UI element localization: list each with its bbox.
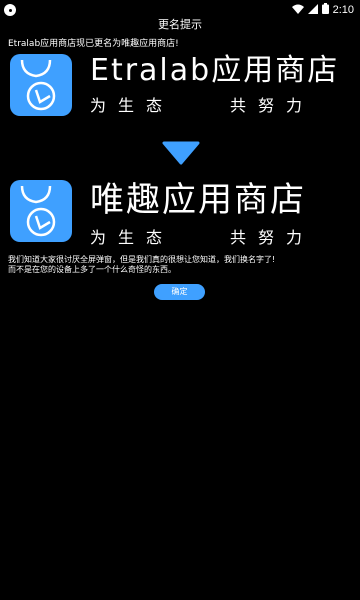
new-slogan-left: 为生态	[90, 228, 175, 247]
dialog-title: 更名提示	[158, 18, 202, 31]
new-brand: 唯趣应用商店 为生态 共努力	[10, 180, 314, 248]
weiqu-logo-icon	[10, 180, 72, 242]
new-brand-name: 唯趣应用商店	[90, 180, 306, 220]
app-notification-icon	[4, 4, 16, 16]
new-brand-slogan: 为生态 共努力	[90, 224, 314, 248]
old-brand: Etralab应用商店 为生态 共努力	[10, 54, 339, 116]
wifi-icon	[291, 4, 304, 17]
ok-button[interactable]: 确定	[154, 284, 205, 300]
description-line-1: 我们知道大家很讨厌全屏弹窗，但是我们真的很想让您知道，我们换名字了!	[8, 255, 276, 264]
description: 我们知道大家很讨厌全屏弹窗，但是我们真的很想让您知道，我们换名字了! 而不是在您…	[8, 255, 275, 275]
rename-notice: Etralab应用商店现已更名为唯趣应用商店!	[8, 39, 179, 49]
new-slogan-right: 共努力	[230, 228, 315, 247]
description-line-2: 而不是在您的设备上多了一个什么奇怪的东西。	[8, 265, 176, 274]
arrow-down-icon	[162, 141, 200, 165]
status-time: 2:10	[332, 4, 354, 16]
old-brand-name: Etralab应用商店	[90, 53, 340, 88]
cellular-signal-icon	[307, 3, 318, 17]
old-slogan-right: 共努力	[230, 96, 315, 115]
battery-icon	[321, 3, 329, 17]
old-brand-slogan: 为生态 共努力	[90, 92, 339, 116]
etralab-logo-icon	[10, 54, 72, 116]
old-slogan-left: 为生态	[90, 96, 175, 115]
